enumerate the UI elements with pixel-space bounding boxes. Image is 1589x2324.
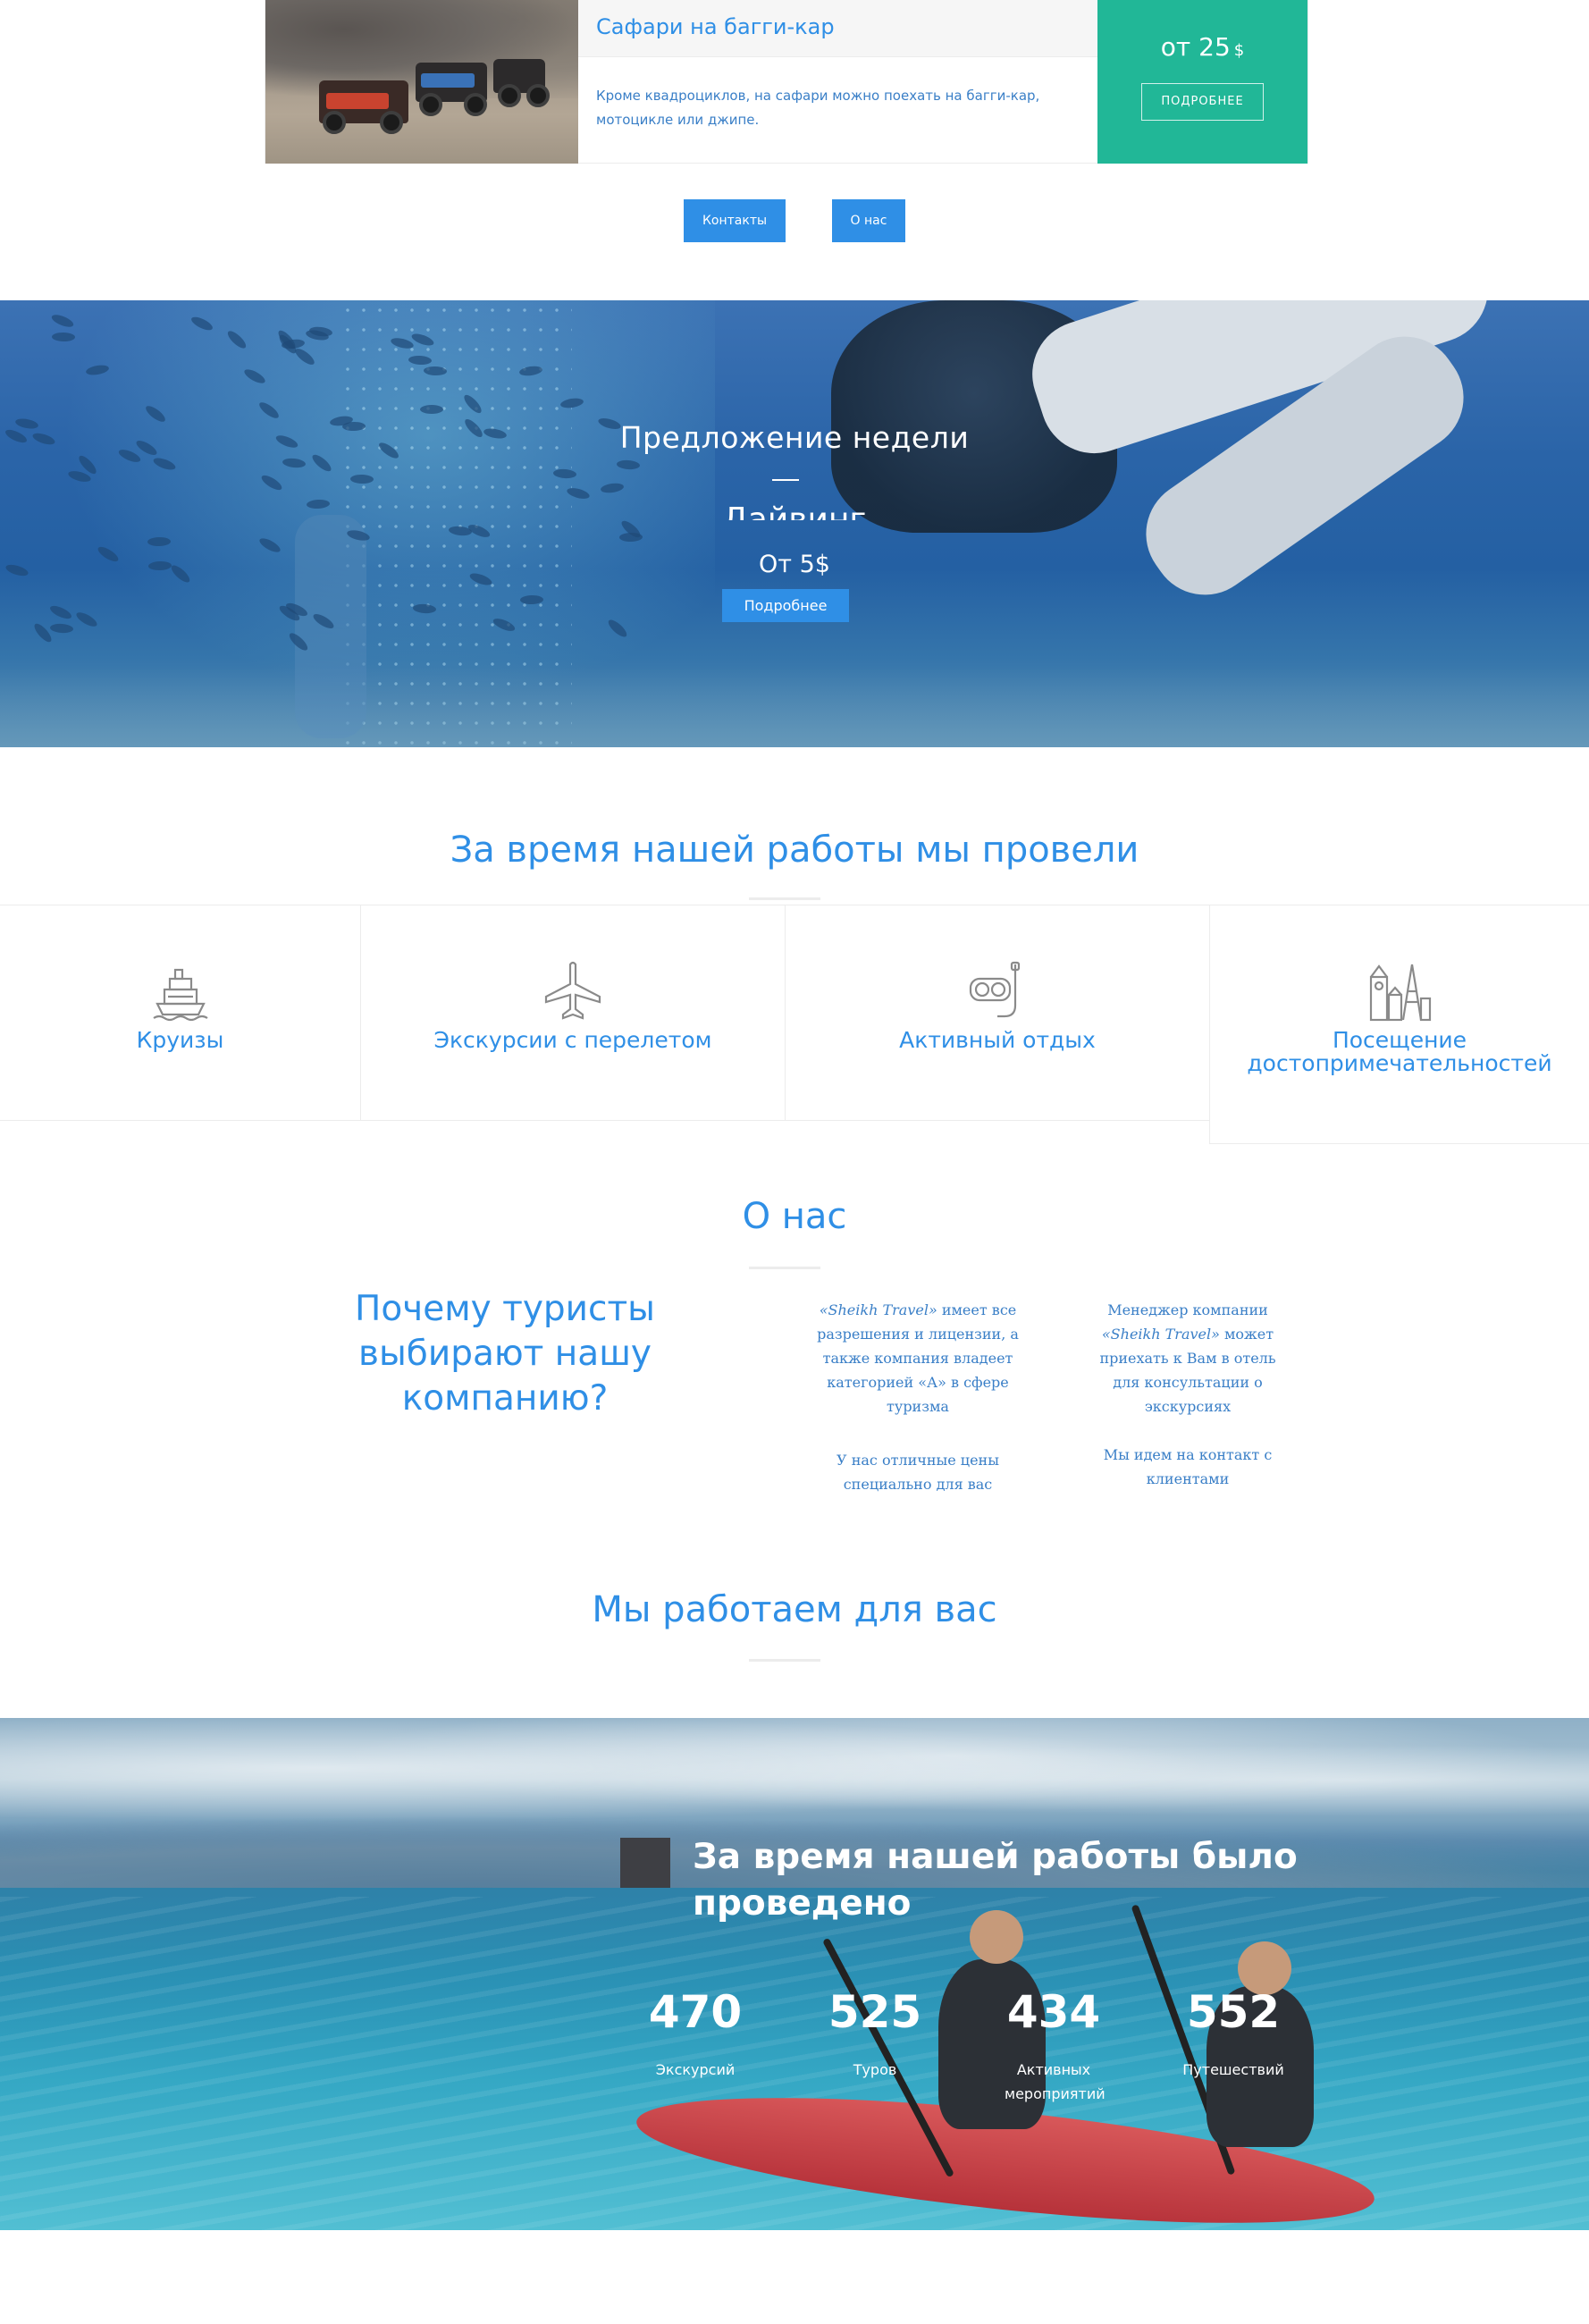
- counter-activities: 434 Активных мероприятий: [964, 1986, 1143, 2106]
- nav-buttons: Контакты О нас: [0, 199, 1589, 242]
- weekly-offer-price: От 5$: [759, 551, 830, 578]
- weekly-offer-divider: [772, 479, 799, 481]
- counter-label: Активных мероприятий: [1005, 2061, 1106, 2102]
- counters-badge: [620, 1838, 670, 1888]
- category-label: Активный отдых: [899, 1027, 1096, 1053]
- tour-price-value: 25: [1198, 32, 1231, 62]
- contacts-button[interactable]: Контакты: [684, 199, 786, 242]
- about-point-prices: У нас отличные цены специально для вас: [837, 1452, 999, 1493]
- counter-label: Экскурсий: [655, 2061, 736, 2078]
- category-sightseeing[interactable]: Посещение достопримечательностей: [1209, 905, 1589, 1144]
- counters-title: За время нашей работы было проведено: [693, 1837, 1298, 1924]
- landmarks-icon: [1369, 964, 1432, 1022]
- why-us-heading: Почему туристы выбирают нашу компанию?: [355, 1289, 655, 1419]
- brand-name: «Sheikh Travel»: [819, 1301, 937, 1318]
- fish-decoration: [420, 405, 443, 414]
- weekly-offer-button[interactable]: Подробнее: [722, 589, 849, 622]
- work-divider: [749, 1659, 820, 1662]
- achievements-divider: [749, 897, 820, 900]
- counter-value: 552: [1186, 1986, 1281, 2038]
- category-active-rest[interactable]: Активный отдых: [785, 905, 1210, 1121]
- counters-banner: За время нашей работы было проведено 470…: [0, 1718, 1589, 2230]
- tour-price-prefix: от: [1160, 32, 1191, 62]
- category-cruises[interactable]: Круизы: [0, 905, 361, 1121]
- counter-label: Путешествий: [1182, 2061, 1284, 2078]
- counter-value: 525: [828, 1986, 922, 2038]
- fish-decoration: [51, 332, 76, 342]
- about-point-contact: Мы идем на контакт с клиентами: [1103, 1446, 1273, 1487]
- tour-more-button[interactable]: ПОДРОБНЕЕ: [1141, 83, 1264, 121]
- brand-name: «Sheikh Travel»: [1101, 1326, 1220, 1343]
- category-label: Экскурсии с перелетом: [433, 1027, 712, 1053]
- categories-grid: Круизы Экскурсии с перелетом Активный от…: [0, 905, 1589, 1144]
- weekly-offer-name: Дайвинг: [722, 501, 867, 520]
- work-title: Мы работаем для вас: [592, 1589, 997, 1630]
- category-label: Круизы: [136, 1027, 224, 1053]
- tour-body: Сафари на багги-кар Кроме квадроциклов, …: [578, 0, 1097, 163]
- counter-value: 434: [1006, 1986, 1101, 2038]
- tour-description: Кроме квадроциклов, на сафари можно поех…: [596, 88, 1040, 128]
- weekly-offer-label: Предложение недели: [619, 420, 970, 455]
- tour-price-box: от 25 $ ПОДРОБНЕЕ: [1097, 0, 1307, 164]
- tour-price-currency: $: [1233, 41, 1245, 60]
- category-label: Посещение достопримечательностей: [1247, 1027, 1552, 1076]
- ship-icon: [152, 968, 208, 1022]
- counter-excursions: 470 Экскурсий: [606, 1986, 785, 2082]
- tour-photo: [265, 0, 578, 164]
- fish-decoration: [349, 474, 374, 484]
- tour-price: от 25 $: [1097, 32, 1307, 62]
- achievements-title: За время нашей работы мы провели: [450, 829, 1139, 871]
- diving-mask-icon: [969, 961, 1021, 1018]
- tour-card: Сафари на багги-кар Кроме квадроциклов, …: [265, 0, 1308, 164]
- about-point-licenses: «Sheikh Travel» имеет все разрешения и л…: [815, 1298, 1021, 1419]
- counter-value: 470: [648, 1986, 743, 2038]
- tour-title[interactable]: Сафари на багги-кар: [578, 0, 1097, 57]
- airplane-icon: [544, 961, 601, 1020]
- about-title: О нас: [742, 1196, 847, 1237]
- counter-tours: 525 Туров: [786, 1986, 964, 2082]
- about-point-text: Менеджер компании: [1107, 1301, 1268, 1318]
- counter-label: Туров: [853, 2061, 897, 2078]
- about-point-text: имеет все разрешения и лицензии, а также…: [817, 1301, 1019, 1415]
- counter-trips: 552 Путешествий: [1144, 1986, 1323, 2082]
- about-divider: [749, 1267, 820, 1269]
- weekly-offer-banner: Предложение недели Дайвинг От 5$ Подробн…: [0, 300, 1589, 747]
- category-flight-tours[interactable]: Экскурсии с перелетом: [360, 905, 786, 1121]
- about-point-manager: Менеджер компании «Sheikh Travel» может …: [1085, 1298, 1291, 1419]
- about-button[interactable]: О нас: [832, 199, 905, 242]
